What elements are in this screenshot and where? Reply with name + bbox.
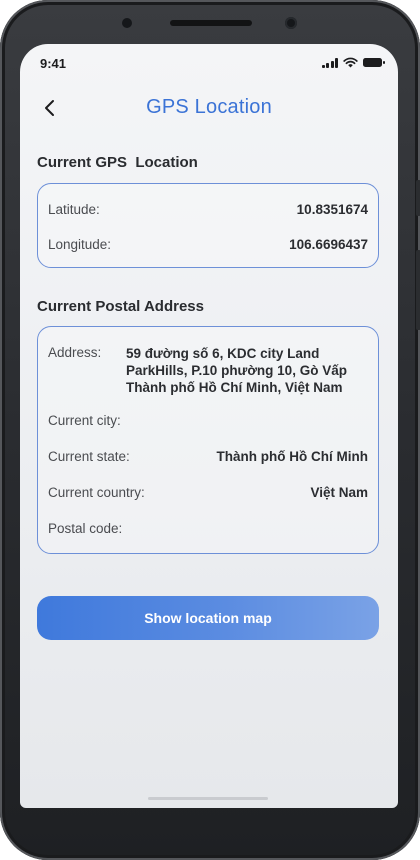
- country-value: Việt Nam: [310, 485, 368, 500]
- wifi-icon: [343, 57, 358, 68]
- postal-code-label: Postal code:: [48, 521, 123, 536]
- signal-icon: [321, 57, 338, 68]
- address-line: ParkHills, P.10 phường 10, Gò Vấp: [126, 363, 347, 378]
- state-label: Current state:: [48, 449, 130, 464]
- longitude-label: Longitude:: [48, 237, 112, 252]
- country-label: Current country:: [48, 485, 145, 500]
- address-value: 59 đường số 6, KDC city Land ParkHills, …: [126, 345, 368, 396]
- phone-frame: 9:41 GPS Location Current GPS Location L…: [0, 0, 420, 860]
- earpiece-speaker: [170, 20, 252, 26]
- address-line: 59 đường số 6, KDC city Land: [126, 346, 320, 361]
- show-location-map-button[interactable]: Show location map: [37, 596, 379, 640]
- longitude-value: 106.6696437: [289, 237, 368, 252]
- power-button: [416, 250, 420, 330]
- nav-bar: GPS Location: [20, 82, 398, 134]
- status-bar: 9:41: [20, 44, 398, 82]
- volume-button: [416, 180, 420, 216]
- address-row: Address: 59 đường số 6, KDC city Land Pa…: [48, 345, 368, 399]
- page-title: GPS Location: [146, 96, 272, 118]
- app-screen: 9:41 GPS Location Current GPS Location L…: [20, 44, 398, 808]
- postal-section-title: Current Postal Address: [37, 298, 204, 315]
- latitude-value: 10.8351674: [296, 202, 368, 217]
- city-label: Current city:: [48, 413, 121, 428]
- address-label: Address:: [48, 345, 102, 360]
- state-value: Thành phố Hồ Chí Minh: [216, 449, 368, 464]
- battery-icon: [363, 58, 385, 67]
- latitude-label: Latitude:: [48, 202, 100, 217]
- front-camera: [285, 17, 297, 29]
- postal-card: Address: 59 đường số 6, KDC city Land Pa…: [37, 326, 379, 554]
- status-time: 9:41: [40, 56, 67, 71]
- status-icons: [321, 57, 385, 68]
- address-line: Thành phố Hồ Chí Minh, Việt Nam: [126, 380, 343, 395]
- home-indicator[interactable]: [148, 797, 268, 800]
- sensor-dot: [122, 18, 132, 28]
- gps-card: Latitude: 10.8351674 Longitude: 106.6696…: [37, 183, 379, 268]
- gps-section-title: Current GPS Location: [37, 154, 198, 171]
